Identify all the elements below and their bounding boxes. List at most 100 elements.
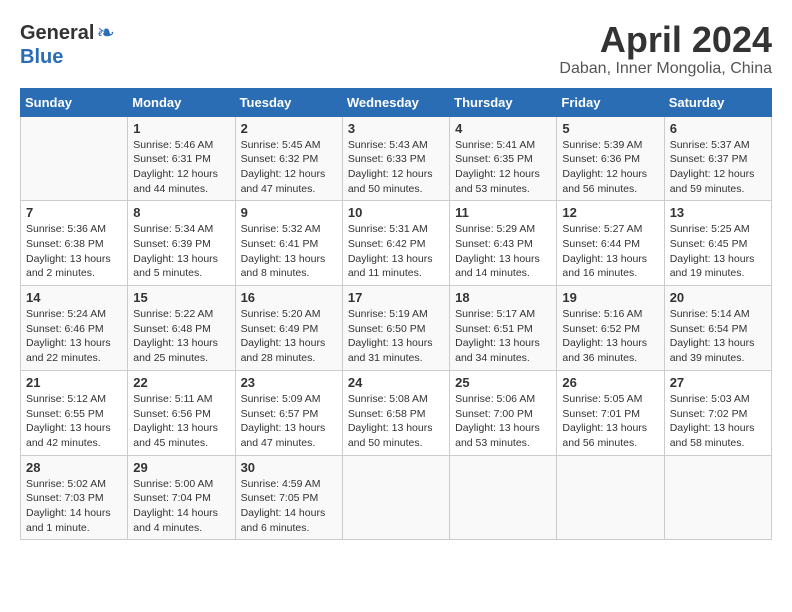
day-cell: 9 Sunrise: 5:32 AM Sunset: 6:41 PM Daylig… [235,201,342,286]
day-info: Sunrise: 5:45 AM Sunset: 6:32 PM Dayligh… [241,138,337,197]
calendar-table: SundayMondayTuesdayWednesdayThursdayFrid… [20,88,772,541]
day-info: Sunrise: 5:37 AM Sunset: 6:37 PM Dayligh… [670,138,766,197]
week-row-1: 1Sunrise: 5:46 AM Sunset: 6:31 PM Daylig… [21,116,772,201]
day-info: Sunrise: 5:14 AM Sunset: 6:54 PM Dayligh… [670,307,766,366]
day-number: 11 [455,205,551,220]
logo-general: General [20,22,94,45]
day-info: Sunrise: 5:32 AM Sunset: 6:41 PM Dayligh… [241,222,337,281]
day-info: Sunrise: 5:27 AM Sunset: 6:44 PM Dayligh… [562,222,658,281]
day-number: 25 [455,375,551,390]
day-cell: 2 Sunrise: 5:45 AM Sunset: 6:32 PM Daylig… [235,116,342,201]
day-number: 12 [562,205,658,220]
day-cell: 28 Sunrise: 5:02 AM Sunset: 7:03 PM Dayli… [21,455,128,540]
day-info: Sunrise: 5:12 AM Sunset: 6:55 PM Dayligh… [26,392,122,451]
day-number: 20 [670,290,766,305]
day-number: 24 [348,375,444,390]
day-cell [21,116,128,201]
day-info: Sunrise: 5:16 AM Sunset: 6:52 PM Dayligh… [562,307,658,366]
day-info: Sunrise: 5:22 AM Sunset: 6:48 PM Dayligh… [133,307,229,366]
day-number: 23 [241,375,337,390]
location-title: Daban, Inner Mongolia, China [559,60,772,78]
day-cell: 26 Sunrise: 5:05 AM Sunset: 7:01 PM Dayli… [557,370,664,455]
day-number: 18 [455,290,551,305]
day-number: 21 [26,375,122,390]
week-row-4: 21 Sunrise: 5:12 AM Sunset: 6:55 PM Dayli… [21,370,772,455]
day-cell: 30Sunrise: 4:59 AM Sunset: 7:05 PM Dayli… [235,455,342,540]
day-number: 5 [562,121,658,136]
weekday-header-wednesday: Wednesday [342,88,449,116]
day-info: Sunrise: 5:41 AM Sunset: 6:35 PM Dayligh… [455,138,551,197]
day-cell: 18 Sunrise: 5:17 AM Sunset: 6:51 PM Dayli… [450,286,557,371]
logo-bird-icon: ❧ [96,20,114,46]
day-cell: 10 Sunrise: 5:31 AM Sunset: 6:42 PM Dayli… [342,201,449,286]
day-number: 15 [133,290,229,305]
day-cell: 11 Sunrise: 5:29 AM Sunset: 6:43 PM Dayli… [450,201,557,286]
day-cell [342,455,449,540]
day-cell: 20 Sunrise: 5:14 AM Sunset: 6:54 PM Dayli… [664,286,771,371]
day-cell [664,455,771,540]
day-cell: 1Sunrise: 5:46 AM Sunset: 6:31 PM Daylig… [128,116,235,201]
day-number: 2 [241,121,337,136]
day-number: 8 [133,205,229,220]
day-info: Sunrise: 5:29 AM Sunset: 6:43 PM Dayligh… [455,222,551,281]
day-cell: 27 Sunrise: 5:03 AM Sunset: 7:02 PM Dayli… [664,370,771,455]
day-number: 16 [241,290,337,305]
week-row-5: 28 Sunrise: 5:02 AM Sunset: 7:03 PM Dayli… [21,455,772,540]
day-number: 19 [562,290,658,305]
weekday-header-friday: Friday [557,88,664,116]
day-info: Sunrise: 5:43 AM Sunset: 6:33 PM Dayligh… [348,138,444,197]
day-cell: 15 Sunrise: 5:22 AM Sunset: 6:48 PM Dayli… [128,286,235,371]
day-info: Sunrise: 5:39 AM Sunset: 6:36 PM Dayligh… [562,138,658,197]
day-number: 14 [26,290,122,305]
day-cell: 5 Sunrise: 5:39 AM Sunset: 6:36 PM Daylig… [557,116,664,201]
day-number: 27 [670,375,766,390]
day-cell: 12 Sunrise: 5:27 AM Sunset: 6:44 PM Dayli… [557,201,664,286]
weekday-header-thursday: Thursday [450,88,557,116]
day-cell: 14 Sunrise: 5:24 AM Sunset: 6:46 PM Dayli… [21,286,128,371]
weekday-header-monday: Monday [128,88,235,116]
day-info: Sunrise: 5:31 AM Sunset: 6:42 PM Dayligh… [348,222,444,281]
day-cell: 4Sunrise: 5:41 AM Sunset: 6:35 PM Daylig… [450,116,557,201]
day-number: 1 [133,121,229,136]
day-number: 9 [241,205,337,220]
day-cell: 8 Sunrise: 5:34 AM Sunset: 6:39 PM Daylig… [128,201,235,286]
day-number: 17 [348,290,444,305]
day-info: Sunrise: 5:17 AM Sunset: 6:51 PM Dayligh… [455,307,551,366]
day-number: 7 [26,205,122,220]
day-number: 3 [348,121,444,136]
day-cell: 24 Sunrise: 5:08 AM Sunset: 6:58 PM Dayli… [342,370,449,455]
header: General ❧ Blue April 2024 Daban, Inner M… [20,20,772,78]
day-info: Sunrise: 5:09 AM Sunset: 6:57 PM Dayligh… [241,392,337,451]
day-info: Sunrise: 5:08 AM Sunset: 6:58 PM Dayligh… [348,392,444,451]
day-cell: 6 Sunrise: 5:37 AM Sunset: 6:37 PM Daylig… [664,116,771,201]
day-number: 28 [26,460,122,475]
weekday-header-tuesday: Tuesday [235,88,342,116]
day-info: Sunrise: 5:36 AM Sunset: 6:38 PM Dayligh… [26,222,122,281]
logo: General ❧ Blue [20,20,115,69]
day-info: Sunrise: 5:34 AM Sunset: 6:39 PM Dayligh… [133,222,229,281]
title-area: April 2024 Daban, Inner Mongolia, China [559,20,772,78]
day-info: Sunrise: 5:00 AM Sunset: 7:04 PM Dayligh… [133,477,229,536]
day-info: Sunrise: 5:05 AM Sunset: 7:01 PM Dayligh… [562,392,658,451]
day-number: 10 [348,205,444,220]
weekday-header-row: SundayMondayTuesdayWednesdayThursdayFrid… [21,88,772,116]
day-info: Sunrise: 5:03 AM Sunset: 7:02 PM Dayligh… [670,392,766,451]
day-info: Sunrise: 5:25 AM Sunset: 6:45 PM Dayligh… [670,222,766,281]
day-info: Sunrise: 5:19 AM Sunset: 6:50 PM Dayligh… [348,307,444,366]
day-info: Sunrise: 5:11 AM Sunset: 6:56 PM Dayligh… [133,392,229,451]
day-cell: 19 Sunrise: 5:16 AM Sunset: 6:52 PM Dayli… [557,286,664,371]
day-number: 26 [562,375,658,390]
day-info: Sunrise: 5:24 AM Sunset: 6:46 PM Dayligh… [26,307,122,366]
day-info: Sunrise: 5:06 AM Sunset: 7:00 PM Dayligh… [455,392,551,451]
day-cell: 17 Sunrise: 5:19 AM Sunset: 6:50 PM Dayli… [342,286,449,371]
calendar-body: 1Sunrise: 5:46 AM Sunset: 6:31 PM Daylig… [21,116,772,540]
day-cell: 29 Sunrise: 5:00 AM Sunset: 7:04 PM Dayli… [128,455,235,540]
day-number: 6 [670,121,766,136]
week-row-2: 7 Sunrise: 5:36 AM Sunset: 6:38 PM Daylig… [21,201,772,286]
day-info: Sunrise: 5:02 AM Sunset: 7:03 PM Dayligh… [26,477,122,536]
day-cell: 25 Sunrise: 5:06 AM Sunset: 7:00 PM Dayli… [450,370,557,455]
day-number: 29 [133,460,229,475]
day-cell: 16Sunrise: 5:20 AM Sunset: 6:49 PM Dayli… [235,286,342,371]
day-number: 30 [241,460,337,475]
day-cell: 13Sunrise: 5:25 AM Sunset: 6:45 PM Dayli… [664,201,771,286]
